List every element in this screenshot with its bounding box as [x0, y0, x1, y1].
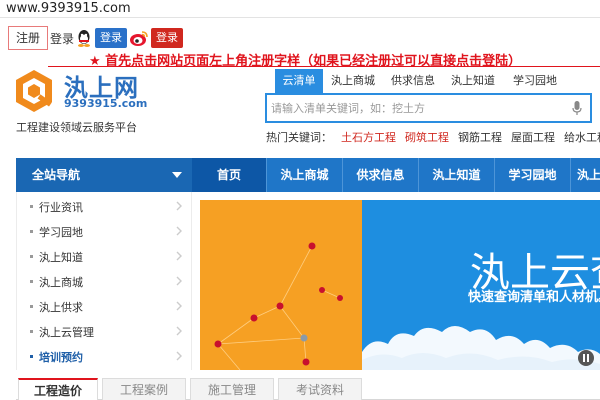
search-tab-mall[interactable]: 汍上商城 — [327, 69, 379, 93]
nav-item-home[interactable]: 首页 — [192, 158, 266, 192]
sidebar-item-label: 汍上商城 — [39, 276, 83, 289]
site-slogan: 工程建设领域云服务平台 — [16, 121, 137, 134]
hot-keywords-label: 热门关键词： — [266, 131, 332, 144]
main-nav: 全站导航 首页 汍上商城 供求信息 汍上知道 学习园地 汍上 — [16, 158, 600, 192]
sidebar-item-label: 汍上知道 — [39, 251, 83, 264]
all-site-nav-label: 全站导航 — [32, 168, 81, 182]
address-bar[interactable]: www.9393915.com — [0, 0, 600, 18]
weibo-icon[interactable] — [129, 29, 149, 47]
sidebar-item-cloud-management[interactable]: 汍上云管理 — [17, 319, 193, 344]
login-label[interactable]: 登录 — [50, 30, 74, 47]
caret-down-icon — [172, 172, 182, 178]
banner-subtitle: 快速查询清单和人材机。 — [468, 290, 600, 305]
sidebar-item-supply[interactable]: 汍上供求 — [17, 294, 193, 319]
tab-cases[interactable]: 工程案例 — [102, 378, 186, 400]
hot-keyword[interactable]: 土石方工程 — [341, 131, 396, 144]
all-site-nav-button[interactable]: 全站导航 — [16, 158, 192, 192]
network-graphic — [214, 242, 343, 370]
category-sidebar: 行业资讯 学习园地 汍上知道 汍上商城 汍上供求 汍上云管理 培训预约 — [16, 192, 192, 370]
search-box — [265, 93, 592, 123]
url-text: www.9393915.com — [6, 1, 131, 16]
bullet-icon — [30, 305, 33, 308]
chevron-right-icon — [176, 201, 182, 211]
chevron-right-icon — [176, 301, 182, 311]
sidebar-item-label: 汍上供求 — [39, 301, 83, 314]
chevron-right-icon — [176, 351, 182, 361]
chevron-right-icon — [176, 326, 182, 336]
search-tab-supply[interactable]: 供求信息 — [386, 69, 440, 93]
site-logo-domain: 9393915.com — [64, 97, 148, 110]
search-tab-knowledge[interactable]: 汍上知道 — [447, 69, 499, 93]
search-tab-learning[interactable]: 学习园地 — [508, 69, 562, 93]
sidebar-item-label: 培训预约 — [39, 351, 83, 364]
register-link[interactable]: 注册 — [8, 26, 48, 50]
bullet-icon — [30, 230, 33, 233]
hot-keyword[interactable]: 给水工程 — [564, 131, 600, 144]
page: www.9393915.com 注册 登录 登录 登录 ★ 首先点击网站页面左上… — [0, 0, 600, 400]
weibo-login-button[interactable]: 登录 — [151, 28, 183, 48]
nav-item-more[interactable]: 汍上 — [571, 158, 600, 192]
sidebar-item-label: 学习园地 — [39, 226, 83, 239]
annotation-underline — [48, 66, 600, 67]
bullet-icon — [30, 280, 33, 283]
site-logo-icon[interactable] — [14, 68, 54, 114]
sidebar-item-label: 行业资讯 — [39, 201, 83, 214]
hot-keyword[interactable]: 砌筑工程 — [405, 131, 449, 144]
sidebar-item-training[interactable]: 培训预约 — [17, 344, 193, 369]
tab-exam[interactable]: 考试资料 — [278, 378, 362, 400]
nav-item-supply[interactable]: 供求信息 — [343, 158, 418, 192]
hero-banner[interactable]: 汍上云查 快速查询清单和人材机。 — [200, 200, 600, 370]
bullet-icon — [30, 355, 33, 358]
qq-icon[interactable] — [76, 29, 92, 47]
chevron-right-icon — [176, 276, 182, 286]
nav-item-knowledge[interactable]: 汍上知道 — [419, 158, 494, 192]
chevron-right-icon — [176, 251, 182, 261]
hot-keyword[interactable]: 屋面工程 — [511, 131, 555, 144]
nav-item-learning[interactable]: 学习园地 — [495, 158, 570, 192]
content-tabs: 工程造价 工程案例 施工管理 考试资料 — [16, 378, 600, 400]
cloud-graphic — [362, 326, 600, 370]
pause-icon[interactable] — [578, 350, 594, 366]
bullet-icon — [30, 205, 33, 208]
search-tab-cloud-list[interactable]: 云清单 — [275, 69, 323, 93]
sidebar-item-learning[interactable]: 学习园地 — [17, 219, 193, 244]
tab-cost[interactable]: 工程造价 — [18, 378, 98, 400]
sidebar-item-knowledge[interactable]: 汍上知道 — [17, 244, 193, 269]
tab-construction[interactable]: 施工管理 — [190, 378, 274, 400]
sidebar-item-label: 汍上云管理 — [39, 326, 94, 339]
hot-keywords-row: 热门关键词： 土石方工程砌筑工程钢筋工程屋面工程给水工程 — [266, 129, 600, 145]
sidebar-item-mall[interactable]: 汍上商城 — [17, 269, 193, 294]
bullet-icon — [30, 330, 33, 333]
qq-login-button[interactable]: 登录 — [95, 28, 127, 48]
hot-keyword[interactable]: 钢筋工程 — [458, 131, 502, 144]
sidebar-item-news[interactable]: 行业资讯 — [17, 194, 193, 219]
nav-item-mall[interactable]: 汍上商城 — [267, 158, 342, 192]
chevron-right-icon — [176, 226, 182, 236]
search-input[interactable] — [267, 95, 557, 121]
bullet-icon — [30, 255, 33, 258]
microphone-icon[interactable] — [572, 101, 582, 116]
